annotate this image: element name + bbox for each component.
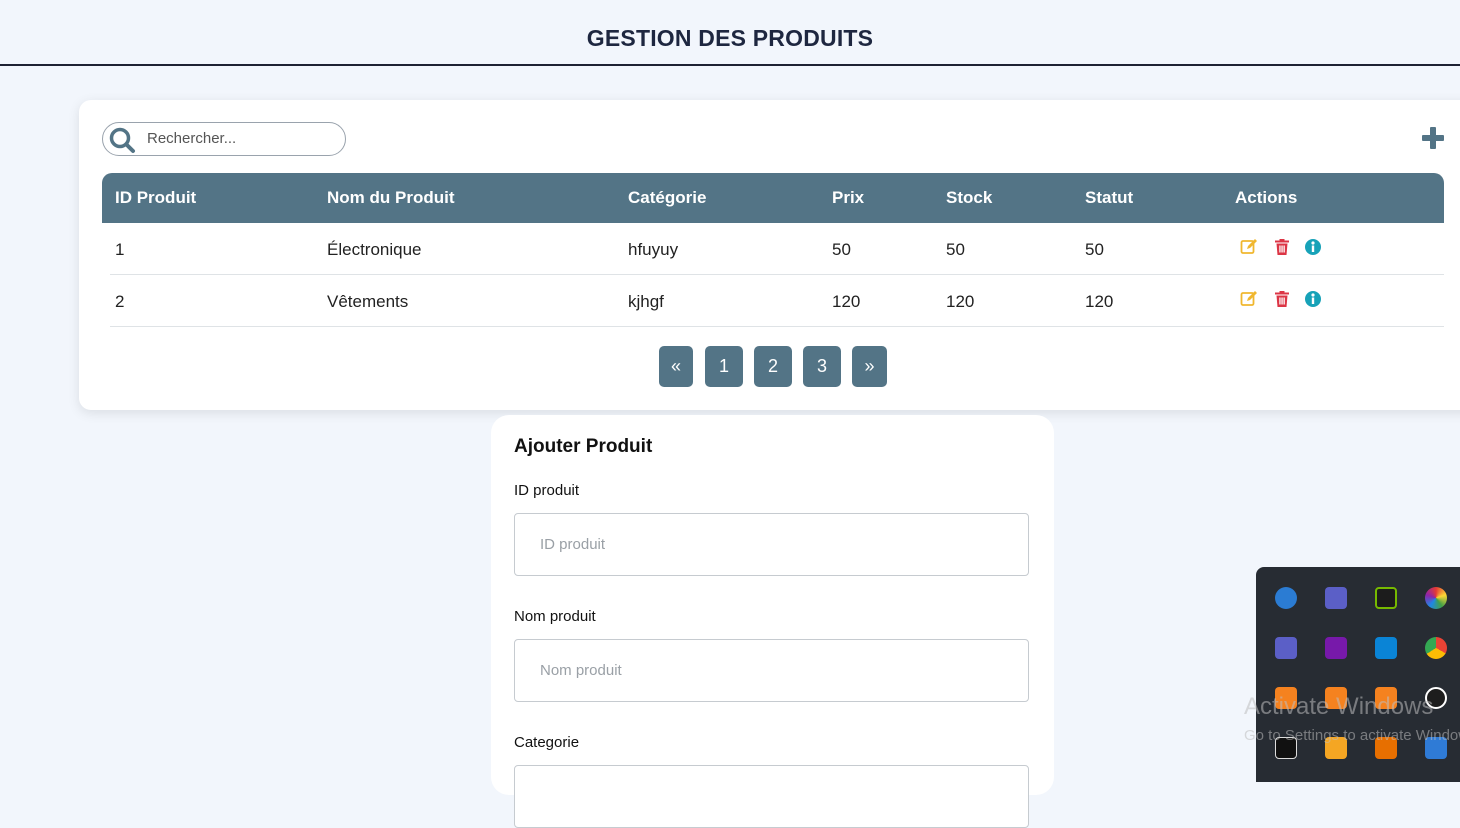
pagination-page-1[interactable]: 1 (705, 346, 743, 387)
cell-status: 50 (1085, 240, 1104, 259)
store-icon[interactable] (1375, 637, 1397, 659)
search-icon (109, 127, 135, 153)
cell-price: 120 (832, 292, 861, 311)
cell-price: 50 (832, 240, 851, 259)
pagination-page-3[interactable]: 3 (803, 346, 841, 387)
edit-icon[interactable] (1240, 238, 1258, 256)
cell-id: 1 (115, 240, 125, 259)
onedrive-icon[interactable] (1275, 587, 1297, 609)
cell-category: kjhgf (628, 292, 664, 311)
pagination-next-button[interactable]: » (852, 346, 887, 387)
cell-category: hfuyuy (628, 240, 679, 259)
column-header-actions: Actions (1235, 188, 1298, 207)
table-row: 2 Vêtements kjhgf 120 120 120 (102, 275, 1444, 327)
products-table: ID Produit Nom du Produit Catégorie Prix… (102, 173, 1444, 327)
column-header-category: Catégorie (628, 188, 707, 207)
nom-produit-input[interactable] (514, 639, 1029, 702)
cell-id: 2 (115, 292, 125, 311)
trash-icon[interactable] (1273, 290, 1291, 308)
categorie-label: Categorie (514, 734, 580, 751)
column-header-stock: Stock (946, 188, 993, 207)
table-row: 1 Électronique hfuyuy 50 50 50 (102, 223, 1444, 275)
nom-produit-label: Nom produit (514, 608, 596, 625)
id-produit-input[interactable] (514, 513, 1029, 576)
activate-windows-watermark: Activate Windows (1244, 693, 1434, 720)
column-header-price: Prix (832, 188, 865, 207)
table-header: ID Produit Nom du Produit Catégorie Prix… (102, 173, 1444, 223)
trash-icon[interactable] (1273, 238, 1291, 256)
page-title: GESTION DES PRODUITS (586, 25, 874, 51)
chrome-icon[interactable] (1425, 637, 1447, 659)
column-header-status: Statut (1085, 188, 1134, 207)
cell-status: 120 (1085, 292, 1114, 311)
activate-windows-hint: Go to Settings to activate Windows. (1244, 727, 1460, 744)
page-header: GESTION DES PRODUITS (0, 0, 1460, 66)
pagination-prev-button[interactable]: « (659, 346, 693, 387)
form-title: Ajouter Produit (514, 436, 653, 457)
teams-icon[interactable] (1275, 637, 1297, 659)
search-box[interactable] (102, 122, 346, 156)
column-header-name: Nom du Produit (327, 188, 455, 207)
info-icon[interactable] (1304, 238, 1322, 256)
cell-stock: 50 (946, 240, 965, 259)
pagination-page-2[interactable]: 2 (754, 346, 792, 387)
cell-stock: 120 (946, 292, 975, 311)
onenote-icon[interactable] (1325, 637, 1347, 659)
categorie-input[interactable] (514, 765, 1029, 828)
teams-icon[interactable] (1325, 587, 1347, 609)
color-icon[interactable] (1425, 587, 1447, 609)
add-product-form: Ajouter Produit ID produit Nom produit C… (491, 415, 1054, 828)
cell-name: Vêtements (327, 292, 409, 311)
info-icon[interactable] (1304, 290, 1322, 308)
system-tray-overflow (1256, 567, 1460, 782)
row-divider (110, 326, 1444, 327)
id-produit-label: ID produit (514, 482, 580, 499)
products-card: ID Produit Nom du Produit Catégorie Prix… (79, 100, 1460, 410)
plus-icon[interactable] (1421, 126, 1445, 150)
nvidia-icon[interactable] (1375, 587, 1397, 609)
search-input[interactable] (147, 128, 327, 148)
edit-icon[interactable] (1240, 290, 1258, 308)
cell-name: Électronique (327, 240, 422, 259)
column-header-id: ID Produit (115, 188, 197, 207)
